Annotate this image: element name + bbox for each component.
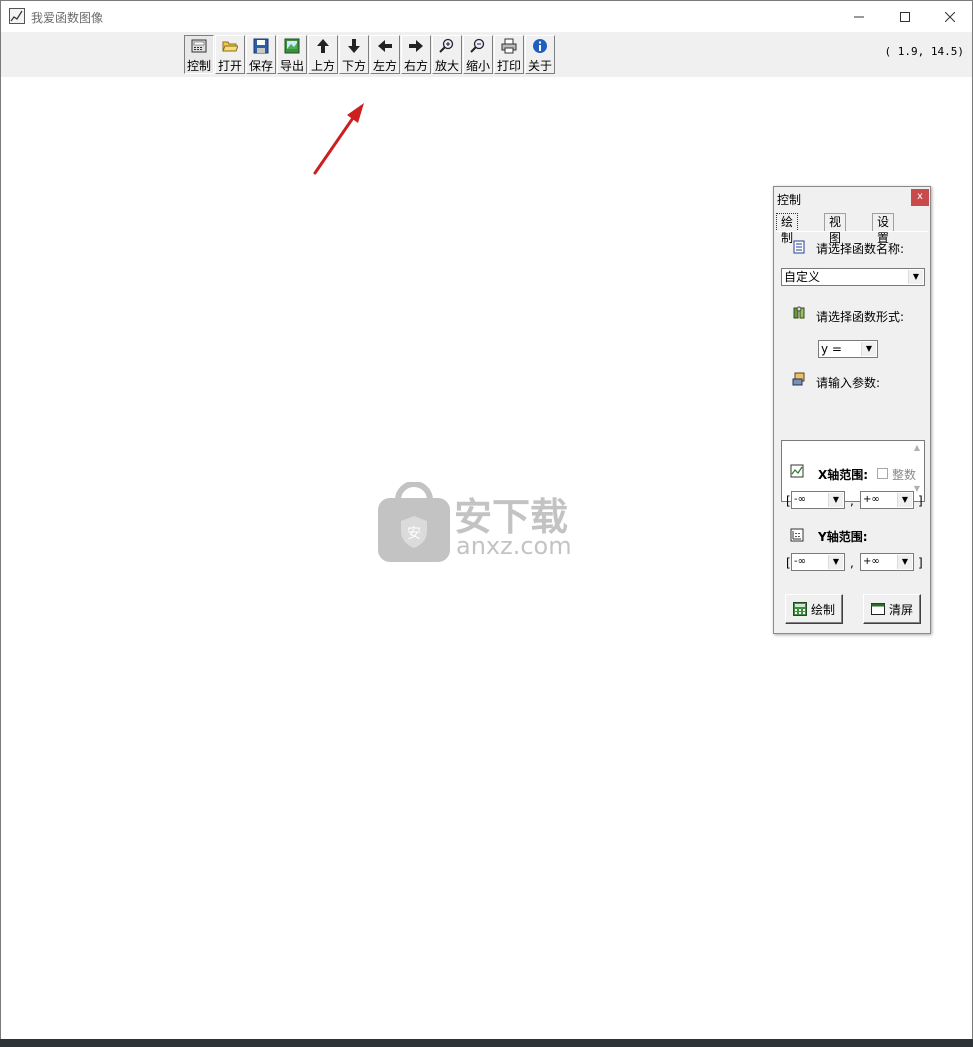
x-axis-range-icon	[790, 464, 804, 478]
panel-close-button[interactable]: x	[911, 189, 929, 206]
toolbar-button-label: 控制	[186, 59, 211, 73]
annotation-arrow-icon	[313, 103, 364, 175]
window-title: 我爱函数图像	[31, 11, 104, 25]
info-icon	[526, 38, 554, 58]
toolbar-button-label: 关于	[527, 59, 552, 73]
toolbar-zoom-out-button[interactable]: 缩小	[463, 35, 493, 74]
chevron-down-icon: ▼	[861, 342, 876, 356]
control-panel-icon	[185, 38, 213, 58]
chevron-down-icon: ▼	[908, 270, 923, 284]
export-image-icon	[278, 38, 306, 58]
toolbar-down-button[interactable]: 下方	[339, 35, 369, 74]
toolbar-button-label: 放大	[434, 59, 459, 73]
tab-view[interactable]: 视图	[824, 213, 847, 245]
y-range-comma: ,	[850, 556, 854, 570]
chevron-down-icon: ▼	[897, 555, 912, 569]
toolbar-button-label: 右方	[403, 59, 428, 73]
toolbar-up-button[interactable]: 上方	[308, 35, 338, 74]
toolbar-zoom-in-button[interactable]: 放大	[432, 35, 462, 74]
func-form-select[interactable]: y = ▼	[818, 340, 878, 358]
chevron-down-icon: ▼	[828, 493, 843, 507]
app-graph-icon	[9, 8, 25, 24]
chevron-down-icon: ▼	[897, 493, 912, 507]
func-name-label: 请选择函数名称:	[816, 242, 905, 256]
tab-draw-content: 请选择函数名称: 自定义 ▼ 请选择函数形式: y = ▼ 请输入参数: ▲ ▼ …	[776, 231, 928, 633]
y-range-close-bracket: ]	[918, 556, 923, 570]
integer-checkbox[interactable]	[877, 468, 888, 479]
arrow-up-icon	[309, 38, 337, 58]
toolbar-left-button[interactable]: 左方	[370, 35, 400, 74]
y-axis-range-icon	[790, 528, 804, 542]
toolbar-button-label: 保存	[248, 59, 273, 73]
function-form-icon	[793, 306, 805, 319]
arrow-down-icon	[340, 38, 368, 58]
tab-settings[interactable]: 设置	[872, 213, 895, 245]
toolbar: 控制 打开 保存 导出 上方 下方 左方 右方 放大 缩小 打印 关于 (1.…	[1, 32, 972, 77]
toolbar-button-label: 上方	[310, 59, 335, 73]
control-panel: 控制 x 绘制 视图 设置 请选择函数名称: 自定义 ▼ 请选择函数形式: y …	[773, 186, 931, 634]
toolbar-open-button[interactable]: 打开	[215, 35, 245, 74]
tab-draw[interactable]: 绘制	[776, 213, 799, 245]
toolbar-button-label: 打开	[217, 59, 242, 73]
y-min-select[interactable]: -∞ ▼	[791, 553, 845, 571]
toolbar-right-button[interactable]: 右方	[401, 35, 431, 74]
title-bar: 我爱函数图像	[1, 1, 972, 32]
toolbar-control-button[interactable]: 控制	[184, 35, 214, 74]
y-max-select[interactable]: +∞ ▼	[860, 553, 914, 571]
x-max-select[interactable]: +∞ ▼	[860, 491, 914, 509]
close-button[interactable]	[927, 1, 973, 32]
zoom-out-icon	[464, 38, 492, 58]
toolbar-button-label: 导出	[279, 59, 304, 73]
watermark: 安 安下载 anxz.com	[378, 482, 594, 564]
window-clear-icon	[870, 603, 885, 615]
arrow-left-icon	[371, 38, 399, 58]
params-label: 请输入参数:	[816, 376, 881, 390]
draw-button-label: 绘制	[810, 602, 835, 617]
toolbar-print-button[interactable]: 打印	[494, 35, 524, 74]
x-range-comma: ,	[850, 494, 854, 508]
zoom-in-icon	[433, 38, 461, 58]
x-min-value: -∞	[794, 494, 806, 505]
calculator-icon	[792, 602, 807, 616]
toolbar-export-button[interactable]: 导出	[277, 35, 307, 74]
x-min-select[interactable]: -∞ ▼	[791, 491, 845, 509]
watermark-en-text: anxz.com	[456, 532, 572, 560]
minimize-button[interactable]	[836, 1, 882, 32]
clear-button-label: 清屏	[888, 602, 913, 617]
y-max-value: +∞	[863, 556, 880, 567]
y-min-value: -∞	[794, 556, 806, 567]
maximize-button[interactable]	[882, 1, 928, 32]
toolbar-save-button[interactable]: 保存	[246, 35, 276, 74]
x-range-open-bracket: [	[786, 494, 791, 508]
func-form-label: 请选择函数形式:	[816, 310, 905, 324]
toolbar-about-button[interactable]: 关于	[525, 35, 555, 74]
y-range-label: Y轴范围:	[818, 530, 868, 544]
func-name-value: 自定义	[784, 270, 821, 284]
x-range-close-bracket: ]	[918, 494, 923, 508]
toolbar-button-label: 缩小	[465, 59, 490, 73]
x-max-value: +∞	[863, 494, 880, 505]
toolbar-button-label: 打印	[496, 59, 521, 73]
cursor-coordinates: ( 1.9, 14.5)	[884, 45, 964, 58]
toolbar-button-label: 左方	[372, 59, 397, 73]
save-disk-icon	[247, 38, 275, 58]
func-form-value: y =	[821, 342, 842, 356]
func-name-select[interactable]: 自定义 ▼	[781, 268, 925, 286]
document-icon	[793, 240, 805, 254]
chevron-down-icon: ▼	[828, 555, 843, 569]
x-range-label: X轴范围:	[818, 468, 869, 482]
taskbar-edge	[0, 1039, 973, 1047]
integer-label: 整数	[892, 468, 917, 482]
svg-text:安: 安	[407, 526, 421, 542]
open-folder-icon	[216, 38, 244, 58]
arrow-right-icon	[402, 38, 430, 58]
panel-title: 控制	[777, 193, 802, 207]
draw-button[interactable]: 绘制	[785, 594, 843, 624]
toolbar-button-label: 下方	[341, 59, 366, 73]
printer-icon	[495, 38, 523, 58]
clear-button[interactable]: 清屏	[863, 594, 921, 624]
parameters-icon	[792, 372, 805, 386]
y-range-open-bracket: [	[786, 556, 791, 570]
